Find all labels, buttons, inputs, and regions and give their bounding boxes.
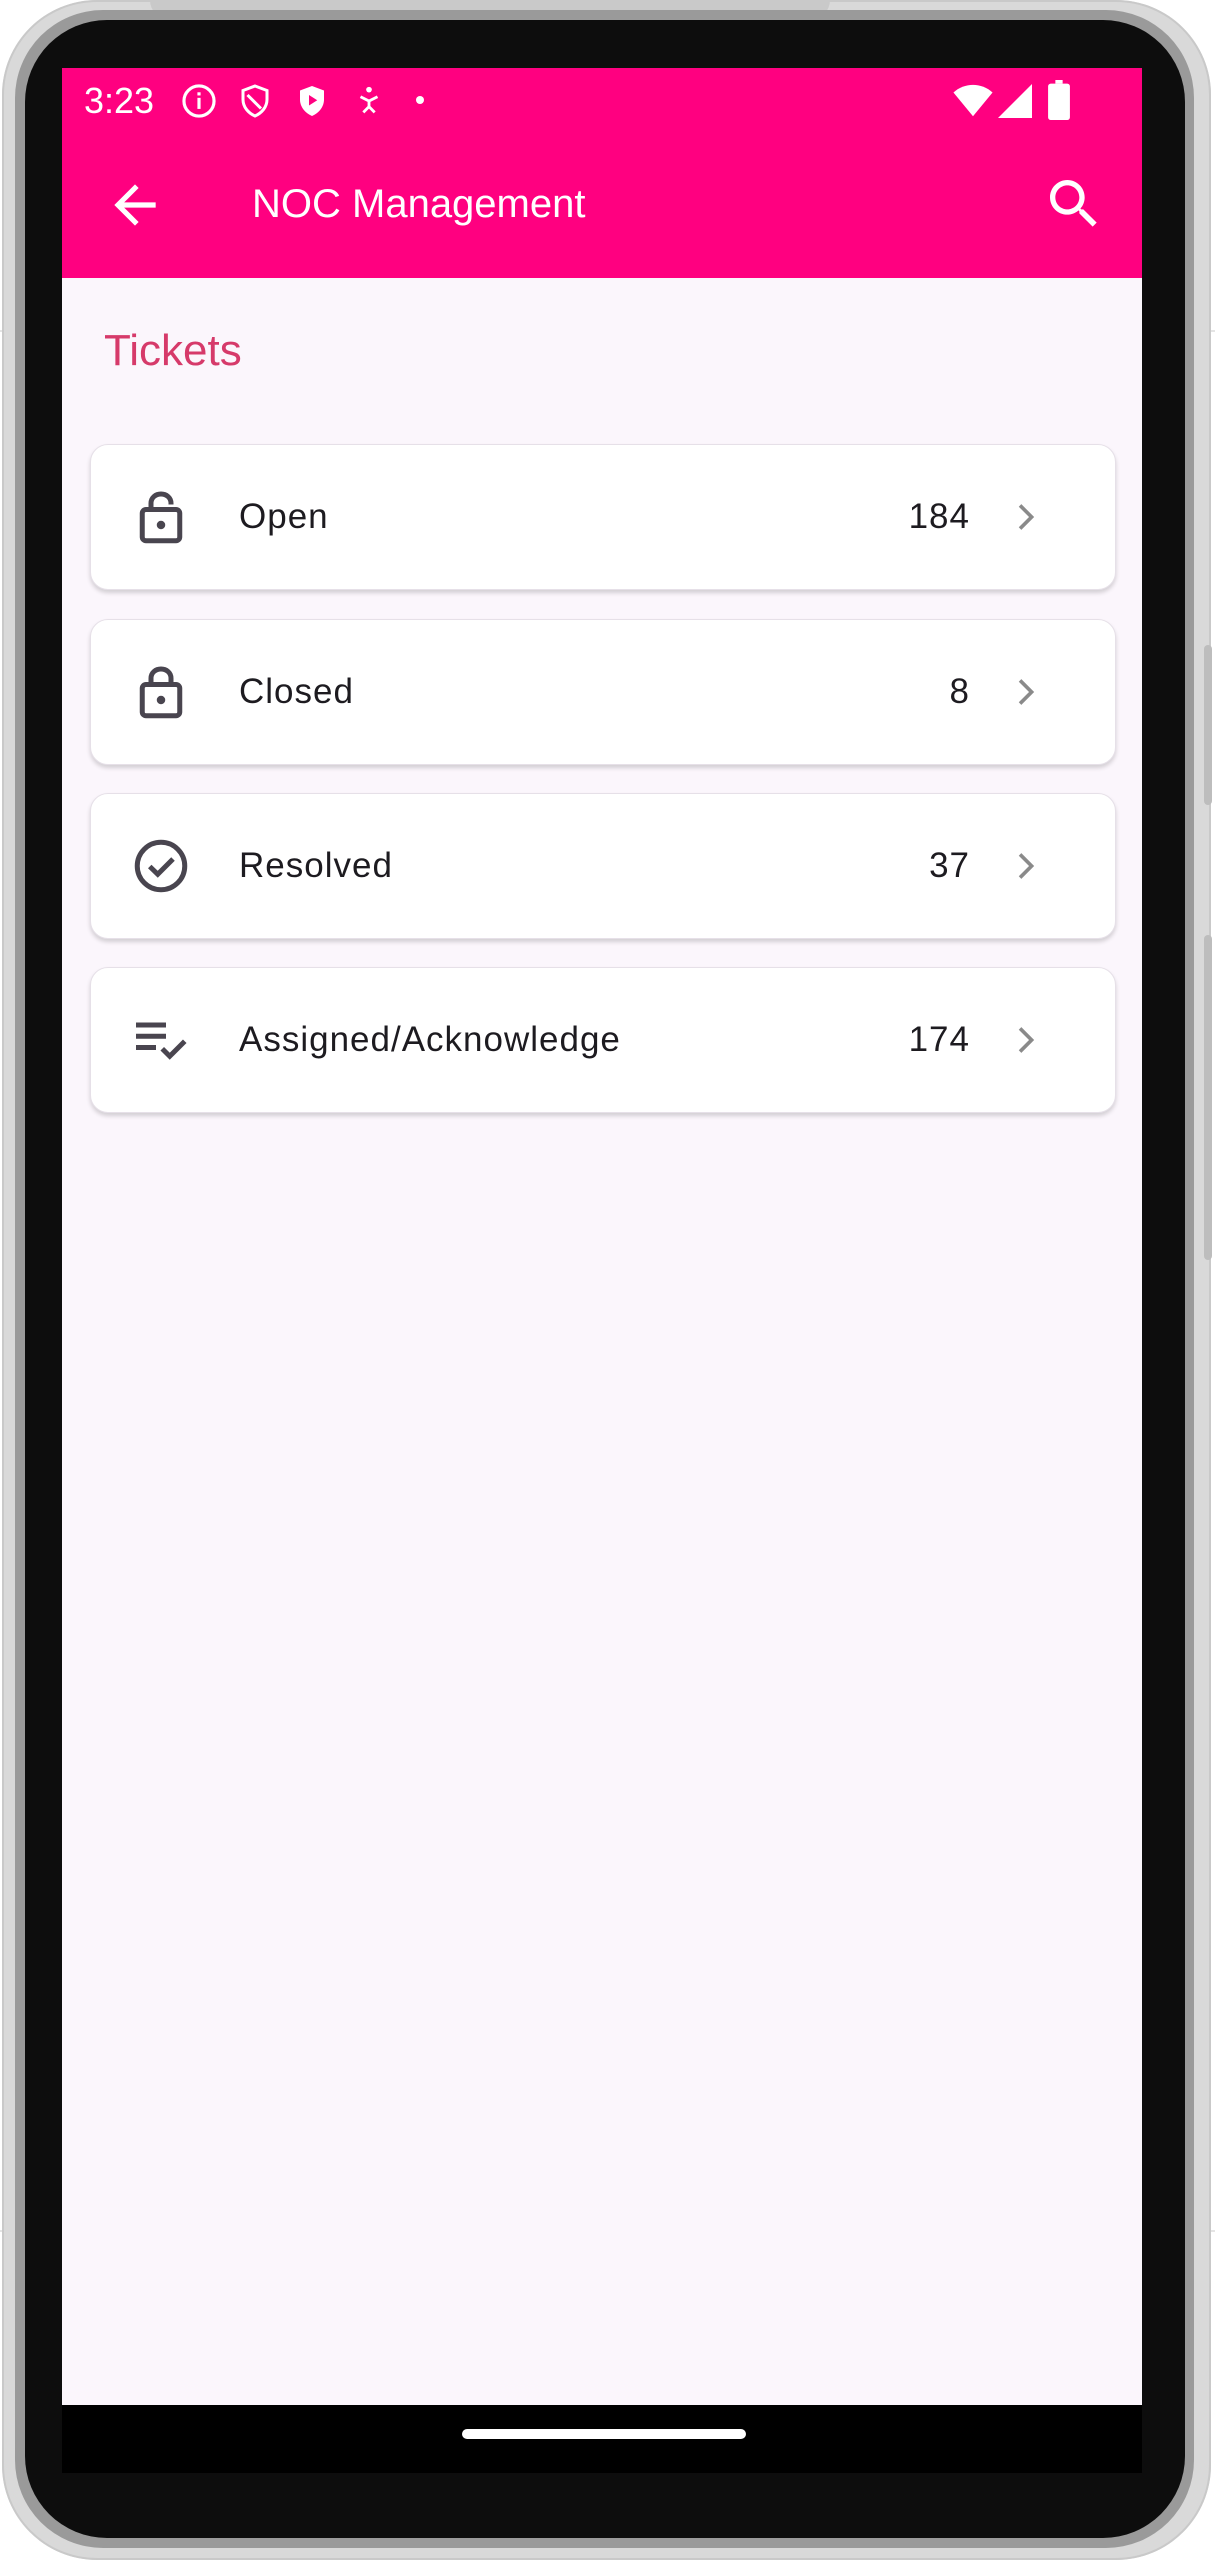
dot-icon: [416, 96, 424, 104]
ticket-count: 37: [929, 846, 970, 885]
chevron-right-icon: [1018, 504, 1035, 530]
chevron-right-icon: [1018, 679, 1035, 705]
search-icon[interactable]: [1042, 172, 1106, 236]
play-shield-icon: [300, 86, 324, 116]
ticket-label: Open: [239, 497, 329, 536]
ticket-label: Closed: [239, 672, 354, 711]
page-title: NOC Management: [252, 182, 586, 226]
battery-icon: [1048, 80, 1070, 120]
wifi-icon: [953, 84, 993, 117]
device-side-button: [1204, 645, 1212, 805]
ticket-card-closed[interactable]: Closed 8: [90, 619, 1116, 765]
section-title: Tickets: [104, 326, 242, 375]
status-time: 3:23: [84, 80, 155, 121]
screen: 3:23 NOC Management Tickets Open 184 Clo…: [62, 68, 1142, 2473]
ticket-card-resolved[interactable]: Resolved 37: [90, 793, 1116, 939]
shield-icon: [241, 84, 269, 118]
chevron-right-icon: [1018, 1027, 1035, 1053]
ticket-count: 174: [908, 1020, 970, 1059]
home-indicator[interactable]: [462, 2429, 746, 2439]
ticket-card-open[interactable]: Open 184: [90, 444, 1116, 590]
playlist-check-icon: [136, 1022, 187, 1060]
ticket-label: Resolved: [239, 846, 393, 885]
signal-icon: [998, 84, 1032, 118]
status-bar: 3:23: [62, 68, 1142, 132]
chevron-right-icon: [1018, 853, 1035, 879]
check-circle-icon: [134, 839, 188, 893]
ticket-label: Assigned/Acknowledge: [239, 1020, 621, 1059]
navigation-bar: [62, 2405, 1142, 2473]
lock-open-icon: [139, 491, 183, 544]
ticket-card-assigned[interactable]: Assigned/Acknowledge 174: [90, 967, 1116, 1113]
arrow-back-icon[interactable]: [104, 174, 166, 236]
app-bar: NOC Management: [62, 132, 1142, 278]
accessibility-icon: [359, 86, 379, 114]
ticket-count: 8: [949, 672, 970, 711]
ticket-count: 184: [908, 497, 970, 536]
info-icon: [182, 84, 216, 118]
device-side-button: [1204, 935, 1212, 1260]
lock-closed-icon: [139, 666, 183, 719]
